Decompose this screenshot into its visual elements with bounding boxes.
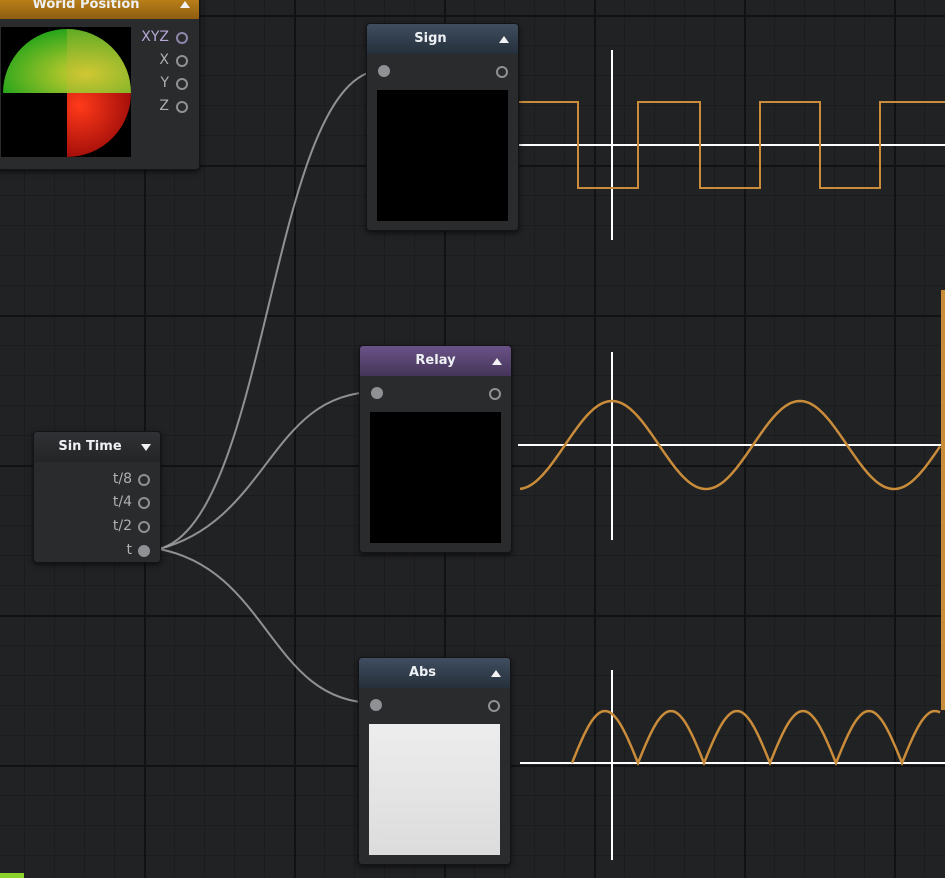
input-port[interactable]: [371, 387, 383, 399]
output-label-x: X: [159, 52, 169, 68]
expand-icon[interactable]: [141, 444, 151, 451]
node-header[interactable]: Sign: [367, 24, 518, 54]
node-title: World Position: [32, 0, 140, 12]
output-port-t4[interactable]: [138, 497, 150, 509]
node-title: Sin Time: [58, 439, 122, 454]
input-port[interactable]: [370, 699, 382, 711]
output-port-xyz[interactable]: [176, 32, 188, 44]
output-port-y[interactable]: [176, 78, 188, 90]
node-title: Sign: [414, 31, 447, 46]
sign-preview: [377, 90, 508, 221]
world-position-preview: [1, 27, 131, 157]
output-port[interactable]: [488, 700, 500, 712]
output-port-t8[interactable]: [138, 474, 150, 486]
abs-plot: [520, 670, 945, 860]
node-header[interactable]: Sin Time: [34, 432, 160, 462]
node-world-position[interactable]: World Position XYZ X Y Z: [0, 0, 200, 170]
output-port-t2[interactable]: [138, 521, 150, 533]
node-header[interactable]: World Position: [0, 0, 199, 19]
node-relay[interactable]: Relay: [359, 345, 512, 553]
relay-plot: [518, 352, 945, 540]
status-indicator: [0, 873, 24, 878]
output-label-xyz: XYZ: [141, 29, 169, 45]
graph-canvas[interactable]: World Position XYZ X Y Z Sign Relay Abs …: [0, 0, 945, 878]
output-port-t[interactable]: [138, 545, 150, 557]
output-port[interactable]: [489, 388, 501, 400]
input-port[interactable]: [378, 65, 390, 77]
node-header[interactable]: Abs: [359, 658, 510, 688]
output-label-t2: t/2: [112, 518, 132, 534]
output-label-y: Y: [160, 75, 169, 91]
abs-rectified-wave: [570, 709, 941, 767]
node-title: Abs: [408, 665, 437, 680]
output-port-z[interactable]: [176, 101, 188, 113]
relay-preview: [370, 412, 501, 543]
output-label-t4: t/4: [112, 494, 132, 510]
output-port-x[interactable]: [176, 55, 188, 67]
output-label-z: Z: [159, 98, 169, 114]
world-position-sphere: [3, 29, 131, 157]
node-sign[interactable]: Sign: [366, 23, 519, 231]
collapse-icon[interactable]: [491, 670, 501, 677]
collapse-icon[interactable]: [180, 1, 190, 8]
collapse-icon[interactable]: [499, 36, 509, 43]
abs-preview: [369, 724, 500, 855]
edge-accent-bar: [941, 290, 945, 710]
output-port[interactable]: [496, 66, 508, 78]
collapse-icon[interactable]: [492, 358, 502, 365]
output-label-t8: t/8: [112, 471, 132, 487]
sign-plot: [518, 50, 945, 240]
node-title: Relay: [415, 353, 456, 368]
node-sin-time[interactable]: Sin Time t/8 t/4 t/2 t: [33, 431, 161, 563]
output-label-t: t: [126, 542, 133, 558]
node-header[interactable]: Relay: [360, 346, 511, 376]
node-abs[interactable]: Abs: [358, 657, 511, 865]
